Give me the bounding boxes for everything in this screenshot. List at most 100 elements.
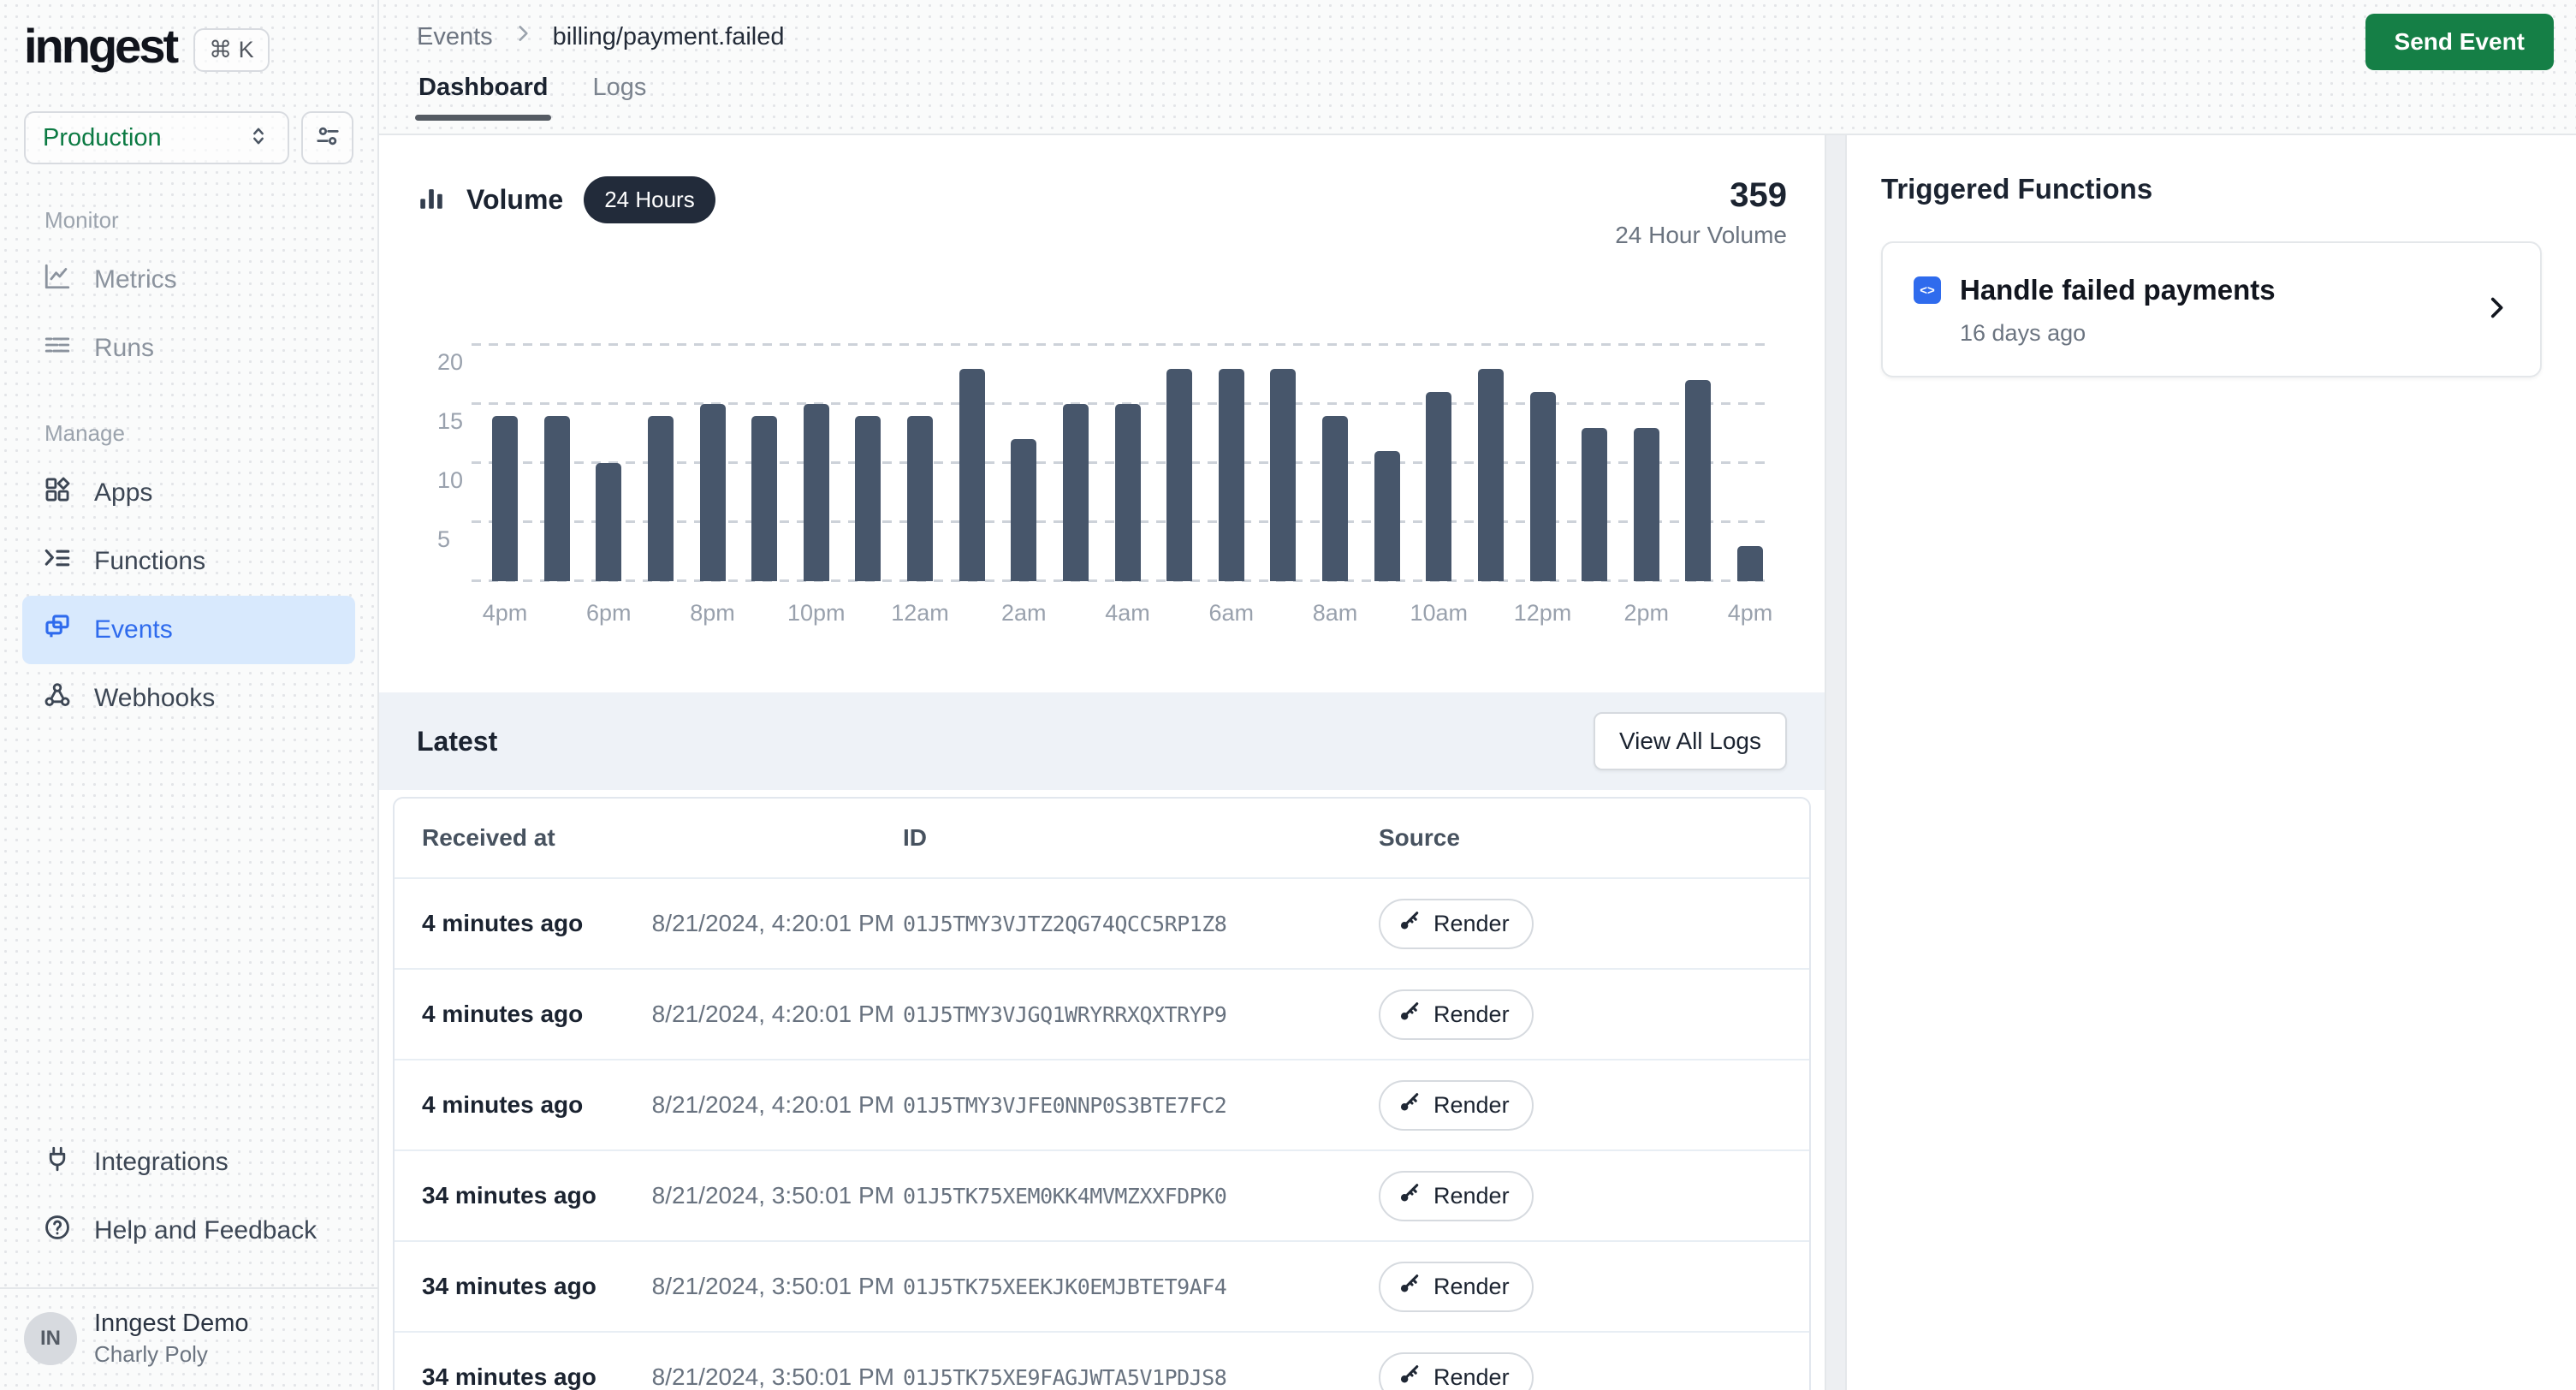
volume-bar[interactable]: [1011, 439, 1036, 581]
x-axis-slot: [1270, 593, 1296, 636]
sidebar-item-label: Integrations: [94, 1148, 229, 1177]
volume-bar[interactable]: [1219, 369, 1244, 581]
volume-bar[interactable]: [596, 463, 621, 581]
source-label: Render: [1433, 1183, 1510, 1209]
table-row[interactable]: 4 minutes ago8/21/2024, 4:20:01 PM01J5TM…: [395, 877, 1809, 968]
volume-bar[interactable]: [804, 404, 829, 581]
table-row[interactable]: 34 minutes ago8/21/2024, 3:50:01 PM01J5T…: [395, 1331, 1809, 1390]
x-axis-slot: [1374, 593, 1400, 636]
sidebar-item-events[interactable]: Events: [22, 596, 355, 664]
source-badge-render[interactable]: Render: [1379, 1080, 1534, 1131]
environment-selector[interactable]: Production: [24, 111, 289, 164]
tab-dashboard[interactable]: Dashboard: [418, 74, 548, 121]
table-row[interactable]: 34 minutes ago8/21/2024, 3:50:01 PM01J5T…: [395, 1240, 1809, 1331]
y-axis-tick-label: 10: [437, 467, 463, 494]
source-badge-render[interactable]: Render: [1379, 989, 1534, 1040]
volume-bar[interactable]: [959, 369, 985, 581]
volume-bar[interactable]: [1582, 428, 1607, 581]
view-all-logs-button[interactable]: View All Logs: [1594, 712, 1787, 770]
environment-settings-button[interactable]: [301, 111, 353, 164]
cell-source: Render: [1379, 899, 1809, 949]
chevron-up-down-icon: [246, 124, 270, 152]
volume-bar[interactable]: [544, 416, 570, 581]
volume-bar[interactable]: [1426, 392, 1451, 581]
x-axis-slot: 2am: [1011, 593, 1036, 636]
send-event-button[interactable]: Send Event: [2365, 14, 2554, 70]
sidebar-item-metrics[interactable]: Metrics: [22, 246, 355, 314]
sidebar-item-runs[interactable]: Runs: [22, 314, 355, 383]
x-axis-tick-label: 6pm: [586, 600, 632, 627]
cell-received-at: 34 minutes ago8/21/2024, 3:50:01 PM: [422, 1182, 903, 1209]
x-axis-slot: 12pm: [1530, 593, 1556, 636]
sidebar-item-functions[interactable]: Functions: [22, 527, 355, 596]
inngest-logo: inngest: [24, 22, 176, 77]
volume-bar[interactable]: [1478, 369, 1504, 581]
source-badge-render[interactable]: Render: [1379, 899, 1534, 949]
y-axis-tick-label: 20: [437, 349, 463, 376]
source-badge-render[interactable]: Render: [1379, 1171, 1534, 1221]
x-axis-slot: [544, 593, 570, 636]
volume-bar[interactable]: [1374, 451, 1400, 581]
sliders-icon: [315, 123, 341, 153]
volume-bar[interactable]: [751, 416, 777, 581]
avatar: IN: [24, 1312, 77, 1365]
breadcrumb-events-link[interactable]: Events: [417, 23, 493, 51]
x-axis-slot: [1478, 593, 1504, 636]
x-axis-tick-label: 10pm: [787, 600, 846, 627]
volume-bar[interactable]: [700, 404, 726, 581]
function-last-triggered: 16 days ago: [1960, 320, 2509, 347]
source-badge-render[interactable]: Render: [1379, 1352, 1534, 1390]
volume-bar[interactable]: [492, 416, 518, 581]
table-row[interactable]: 4 minutes ago8/21/2024, 4:20:01 PM01J5TM…: [395, 968, 1809, 1059]
volume-bar[interactable]: [855, 416, 881, 581]
function-card[interactable]: <> Handle failed payments 16 days ago: [1881, 241, 2542, 377]
cell-event-id: 01J5TMY3VJFE0NNP0S3BTE7FC2: [903, 1093, 1379, 1118]
volume-bar[interactable]: [1634, 428, 1659, 581]
render-key-icon: [1398, 1363, 1422, 1390]
received-relative: 34 minutes ago: [422, 1273, 597, 1300]
sidebar-item-apps[interactable]: Apps: [22, 459, 355, 527]
render-key-icon: [1398, 1090, 1422, 1120]
source-badge-render[interactable]: Render: [1379, 1262, 1534, 1312]
volume-bar[interactable]: [907, 416, 933, 581]
table-row[interactable]: 34 minutes ago8/21/2024, 3:50:01 PM01J5T…: [395, 1149, 1809, 1240]
received-datetime: 8/21/2024, 4:20:01 PM: [652, 1001, 894, 1028]
volume-bar[interactable]: [1063, 404, 1089, 581]
x-axis-slot: 6am: [1219, 593, 1244, 636]
volume-bar[interactable]: [1685, 380, 1711, 581]
tab-logs[interactable]: Logs: [592, 74, 646, 121]
webhooks-icon: [43, 680, 72, 716]
source-label: Render: [1433, 911, 1510, 937]
x-axis-slot: [751, 593, 777, 636]
x-axis-tick-label: 8pm: [690, 600, 735, 627]
events-table: Received at ID Source 4 minutes ago8/21/…: [393, 797, 1811, 1390]
table-row[interactable]: 4 minutes ago8/21/2024, 4:20:01 PM01J5TM…: [395, 1059, 1809, 1149]
volume-bar[interactable]: [1322, 416, 1348, 581]
sidebar-item-label: Apps: [94, 478, 152, 508]
cell-received-at: 4 minutes ago8/21/2024, 4:20:01 PM: [422, 1091, 903, 1119]
sidebar-item-integrations[interactable]: Integrations: [22, 1128, 355, 1197]
volume-chart: 5101520: [437, 345, 1766, 581]
volume-bar[interactable]: [1270, 369, 1296, 581]
x-axis-tick-label: 6am: [1208, 600, 1254, 627]
x-axis-slot: [1685, 593, 1711, 636]
events-table-body: 4 minutes ago8/21/2024, 4:20:01 PM01J5TM…: [395, 877, 1809, 1390]
command-k-shortcut[interactable]: ⌘ K: [193, 28, 270, 72]
volume-title: Volume: [466, 184, 563, 216]
volume-bar[interactable]: [1737, 546, 1763, 581]
volume-bar[interactable]: [1115, 404, 1141, 581]
volume-bar[interactable]: [1166, 369, 1192, 581]
received-relative: 34 minutes ago: [422, 1363, 597, 1390]
sidebar-item-webhooks[interactable]: Webhooks: [22, 664, 355, 733]
x-axis-slot: [1582, 593, 1607, 636]
volume-bar[interactable]: [648, 416, 674, 581]
sidebar-footer-nav: Integrations Help and Feedback: [0, 1128, 377, 1265]
time-range-badge[interactable]: 24 Hours: [584, 176, 715, 223]
top-bar: Events billing/payment.failed Send Event…: [379, 0, 2576, 135]
triggered-functions-panel: Triggered Functions <> Handle failed pay…: [1845, 135, 2576, 1390]
volume-bar[interactable]: [1530, 392, 1556, 581]
metrics-icon: [43, 262, 72, 298]
user-menu[interactable]: IN Inngest Demo Charly Poly: [0, 1289, 377, 1390]
sidebar-item-help-and-feedback[interactable]: Help and Feedback: [22, 1197, 355, 1265]
x-axis-slot: 2pm: [1634, 593, 1659, 636]
